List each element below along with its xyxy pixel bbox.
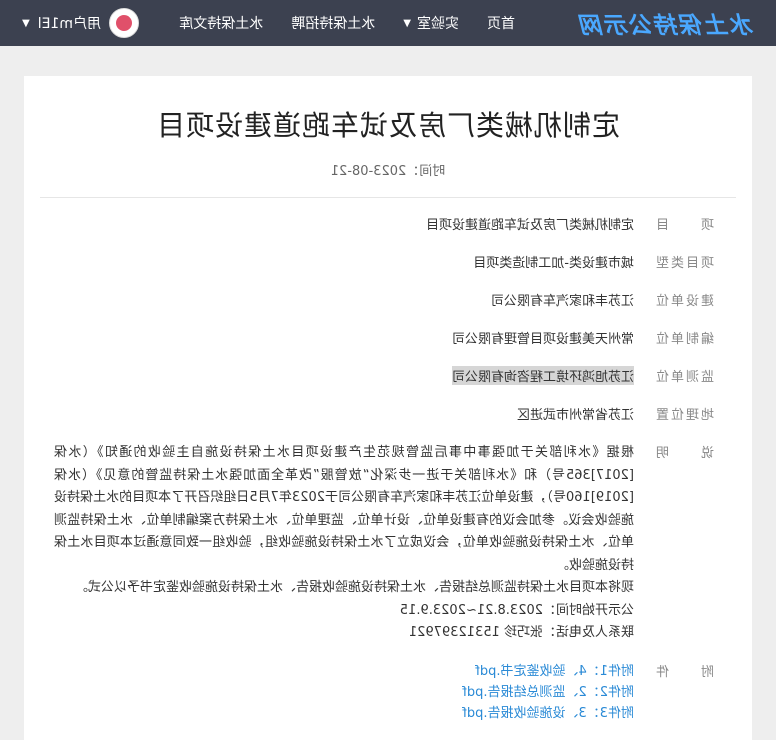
nav-recruitment-label: 水土保持招聘 — [291, 16, 376, 32]
field-row: 项目类型 城市建设类-加工制造类项目 — [54, 252, 714, 290]
description-paragraph: 现将本项目水土保持监测总结报告、水土保持设施验收报告、水土保持设施验收鉴定书予以… — [74, 580, 634, 595]
attachments-label: 附 件 — [653, 664, 714, 680]
field-row: 地理位置 江苏省常州市武进区 — [54, 404, 714, 442]
attachment-list: 附件1：4、验收鉴定书.pdf 附件2：2、监测总结报告.pdf 附件3：3、设… — [462, 661, 634, 724]
field-row: 编制单位 常州天美建设项目管理有限公司 — [54, 328, 714, 366]
field-value: 江苏旭鸿环境工程咨询有限公司 — [451, 366, 634, 385]
user-menu[interactable]: 用户m1El ▼ — [22, 8, 139, 38]
attachment-link[interactable]: 附件3：3、设施验收报告.pdf — [462, 703, 634, 724]
attachment-link[interactable]: 附件1：4、验收鉴定书.pdf — [462, 661, 634, 682]
attachment-link[interactable]: 附件2：2、监测总结报告.pdf — [462, 682, 634, 703]
nav-recruitment[interactable]: 水土保持招聘 — [277, 13, 389, 33]
divider — [40, 197, 736, 198]
field-row: 监测单位 江苏旭鸿环境工程咨询有限公司 — [54, 366, 714, 404]
description-text: 根据《水利部关于加强事中事后监管规范生产建设项目水土保持设施自主验收的通知》（水… — [54, 442, 634, 645]
top-navbar: 水土保持公示网 首页 实验室 ▼ 水土保持招聘 水土保持文库 用户m1El ▼ — [0, 0, 776, 46]
field-value: 常州天美建设项目管理有限公司 — [451, 332, 634, 347]
nav-lab-label: 实验室 — [417, 16, 459, 32]
description-paragraph: 联系人及电话：张巧珍 15312397921 — [408, 625, 634, 640]
field-label: 建设单位 — [653, 294, 714, 309]
description-paragraph: 根据《水利部关于加强事中事后监管规范生产建设项目水土保持设施自主验收的通知》（水… — [54, 445, 634, 573]
chevron-down-icon: ▼ — [403, 17, 411, 29]
nav-home[interactable]: 首页 — [473, 13, 529, 33]
page: 水土保持公示网 首页 实验室 ▼ 水土保持招聘 水土保持文库 用户m1El ▼ … — [0, 0, 776, 740]
nav-library[interactable]: 水土保持文库 — [165, 13, 277, 33]
field-value: 城市建设类-加工制造类项目 — [473, 256, 634, 271]
site-logo[interactable]: 水土保持公示网 — [579, 6, 754, 40]
username: 用户m1El — [37, 16, 101, 32]
field-label: 编制单位 — [653, 332, 714, 347]
attachments-row: 附 件 附件1：4、验收鉴定书.pdf 附件2：2、监测总结报告.pdf 附件3… — [54, 661, 714, 724]
field-row: 建设单位 江苏丰和家汽车有限公司 — [54, 290, 714, 328]
field-label: 监测单位 — [653, 370, 714, 385]
field-value: 定制机械类厂房及试车跑道建设项目 — [425, 218, 634, 233]
nav-lab[interactable]: 实验室 ▼ — [389, 13, 473, 33]
page-title: 定制机械类厂房及试车跑道建设项目 — [156, 109, 621, 142]
avatar[interactable] — [108, 8, 139, 38]
nav-library-label: 水土保持文库 — [179, 16, 264, 32]
field-label: 项目类型 — [653, 256, 714, 271]
field-label: 地理位置 — [653, 408, 714, 423]
description-row: 说 明 根据《水利部关于加强事中事后监管规范生产建设项目水土保持设施自主验收的通… — [54, 442, 714, 645]
avatar-image — [115, 15, 132, 31]
description-label: 说 明 — [653, 446, 714, 461]
main-nav: 首页 实验室 ▼ 水土保持招聘 水土保持文库 — [139, 13, 529, 33]
article-card: 定制机械类厂房及试车跑道建设项目 时间：2023-08-21 项 目 定制机械类… — [24, 76, 752, 740]
publish-date: 时间：2023-08-21 — [330, 164, 446, 179]
field-value: 江苏省常州市武进区 — [516, 408, 634, 423]
project-details: 项 目 定制机械类厂房及试车跑道建设项目 项目类型 城市建设类-加工制造类项目 … — [24, 214, 752, 724]
nav-home-label: 首页 — [487, 16, 515, 32]
field-value: 江苏丰和家汽车有限公司 — [490, 294, 634, 309]
description-paragraph: 公示开始时间：2023.8.21~2023.9.15 — [399, 602, 634, 618]
chevron-down-icon: ▼ — [22, 17, 30, 29]
field-label: 项 目 — [653, 218, 714, 233]
field-row: 项 目 定制机械类厂房及试车跑道建设项目 — [54, 214, 714, 252]
